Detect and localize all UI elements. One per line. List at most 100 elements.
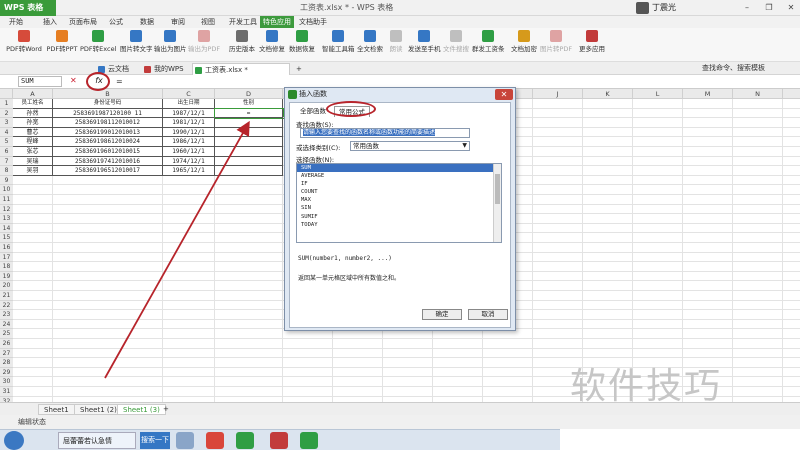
- cell-j11[interactable]: [533, 195, 583, 205]
- cell-k17[interactable]: [583, 252, 633, 263]
- add-sheet-button[interactable]: +: [158, 404, 174, 415]
- row-header-15[interactable]: 15: [0, 233, 13, 243]
- cancel-button[interactable]: 取消: [468, 309, 508, 320]
- cell-f26[interactable]: [333, 339, 383, 349]
- cell-a16[interactable]: [13, 243, 53, 253]
- file-search-button[interactable]: 文件搜搜: [442, 30, 470, 60]
- cell-k18[interactable]: [583, 262, 633, 272]
- cell-d8[interactable]: [215, 166, 283, 176]
- cell-d12[interactable]: [215, 204, 283, 215]
- cell-l4[interactable]: [633, 127, 683, 138]
- cell-l26[interactable]: [633, 339, 683, 349]
- cell-b26[interactable]: [53, 339, 163, 349]
- cell-e30[interactable]: [283, 377, 333, 387]
- cell-h27[interactable]: [433, 348, 483, 359]
- row-header-30[interactable]: 30: [0, 377, 13, 387]
- cell-a26[interactable]: [13, 339, 53, 349]
- cell-o4[interactable]: [783, 128, 800, 138]
- cell-a12[interactable]: [13, 204, 53, 215]
- cell-b23[interactable]: [53, 310, 163, 320]
- row-header-12[interactable]: 12: [0, 204, 13, 215]
- cell-k7[interactable]: [583, 156, 633, 167]
- column-header-o[interactable]: O: [783, 89, 800, 99]
- cell-m5[interactable]: [683, 137, 733, 147]
- cell-c24[interactable]: [163, 319, 215, 330]
- cell-d11[interactable]: [215, 195, 283, 205]
- function-search-input[interactable]: 请输入您要查找的函数名称或函数功能的简要描述: [300, 128, 470, 138]
- explorer-icon[interactable]: [176, 432, 194, 449]
- cell-k8[interactable]: [583, 166, 633, 176]
- cell-c30[interactable]: [163, 377, 215, 387]
- menu-item-formula[interactable]: 公式: [106, 16, 126, 28]
- taskbar-search-button[interactable]: 搜索一下: [140, 432, 170, 449]
- cell-l6[interactable]: [633, 147, 683, 157]
- cell-l19[interactable]: [633, 271, 683, 282]
- cell-k26[interactable]: [583, 339, 633, 349]
- cell-b22[interactable]: [53, 300, 163, 311]
- cell-c20[interactable]: [163, 281, 215, 291]
- cell-i27[interactable]: [483, 348, 533, 359]
- cell-j25[interactable]: [533, 329, 583, 339]
- cell-c19[interactable]: [163, 271, 215, 282]
- cell-b10[interactable]: [53, 185, 163, 195]
- cell-i28[interactable]: [483, 358, 533, 368]
- cell-n17[interactable]: [733, 252, 783, 263]
- cell-a6[interactable]: 张芯: [13, 147, 53, 157]
- cell-n30[interactable]: [733, 377, 783, 387]
- cell-l2[interactable]: [633, 108, 683, 119]
- name-box[interactable]: SUM: [18, 76, 62, 87]
- row-header-8[interactable]: 8: [0, 166, 13, 176]
- cell-c27[interactable]: [163, 348, 215, 359]
- cell-l7[interactable]: [633, 156, 683, 167]
- cell-c25[interactable]: [163, 329, 215, 339]
- cell-j2[interactable]: [533, 108, 583, 119]
- cell-a10[interactable]: [13, 185, 53, 195]
- cell-j9[interactable]: [533, 175, 583, 186]
- cell-m4[interactable]: [683, 127, 733, 138]
- cell-g31[interactable]: [383, 387, 433, 397]
- cell-a19[interactable]: [13, 271, 53, 282]
- cell-j13[interactable]: [533, 214, 583, 224]
- cell-n20[interactable]: [733, 281, 783, 291]
- cell-n15[interactable]: [733, 233, 783, 243]
- cell-b15[interactable]: [53, 233, 163, 243]
- cell-c23[interactable]: [163, 310, 215, 320]
- cell-k13[interactable]: [583, 214, 633, 224]
- row-header-6[interactable]: 6: [0, 147, 13, 157]
- cell-l18[interactable]: [633, 262, 683, 272]
- spreadsheet-app-icon[interactable]: [236, 432, 254, 449]
- cell-a27[interactable]: [13, 348, 53, 359]
- cell-b2[interactable]: 2583691987120100 11: [53, 108, 163, 119]
- cell-o16[interactable]: [783, 243, 800, 253]
- cell-j22[interactable]: [533, 300, 583, 311]
- cell-m21[interactable]: [683, 291, 733, 301]
- cell-e29[interactable]: [283, 367, 333, 378]
- cell-o24[interactable]: [783, 320, 800, 330]
- cell-a9[interactable]: [13, 175, 53, 186]
- row-header-18[interactable]: 18: [0, 262, 13, 272]
- column-header-c[interactable]: C: [163, 89, 215, 99]
- cell-j4[interactable]: [533, 127, 583, 138]
- menu-item-insert[interactable]: 插入: [40, 16, 60, 28]
- cell-j15[interactable]: [533, 233, 583, 243]
- column-header-m[interactable]: M: [683, 89, 733, 99]
- cell-k2[interactable]: [583, 108, 633, 119]
- cell-o10[interactable]: [783, 185, 800, 195]
- cell-j6[interactable]: [533, 147, 583, 157]
- cell-n24[interactable]: [733, 319, 783, 330]
- cell-c16[interactable]: [163, 243, 215, 253]
- avatar[interactable]: [636, 2, 649, 14]
- cell-l11[interactable]: [633, 195, 683, 205]
- cell-o2[interactable]: [783, 109, 800, 119]
- select-all-corner[interactable]: [0, 89, 13, 99]
- ok-button[interactable]: 确定: [422, 309, 462, 320]
- cell-k19[interactable]: [583, 271, 633, 282]
- read-aloud-button[interactable]: 朗读: [386, 30, 406, 60]
- cell-c26[interactable]: [163, 339, 215, 349]
- cell-i26[interactable]: [483, 339, 533, 349]
- cell-d21[interactable]: [215, 291, 283, 301]
- cell-n1[interactable]: [733, 99, 783, 109]
- cell-a20[interactable]: [13, 281, 53, 291]
- cell-l12[interactable]: [633, 204, 683, 215]
- cell-o5[interactable]: [783, 137, 800, 147]
